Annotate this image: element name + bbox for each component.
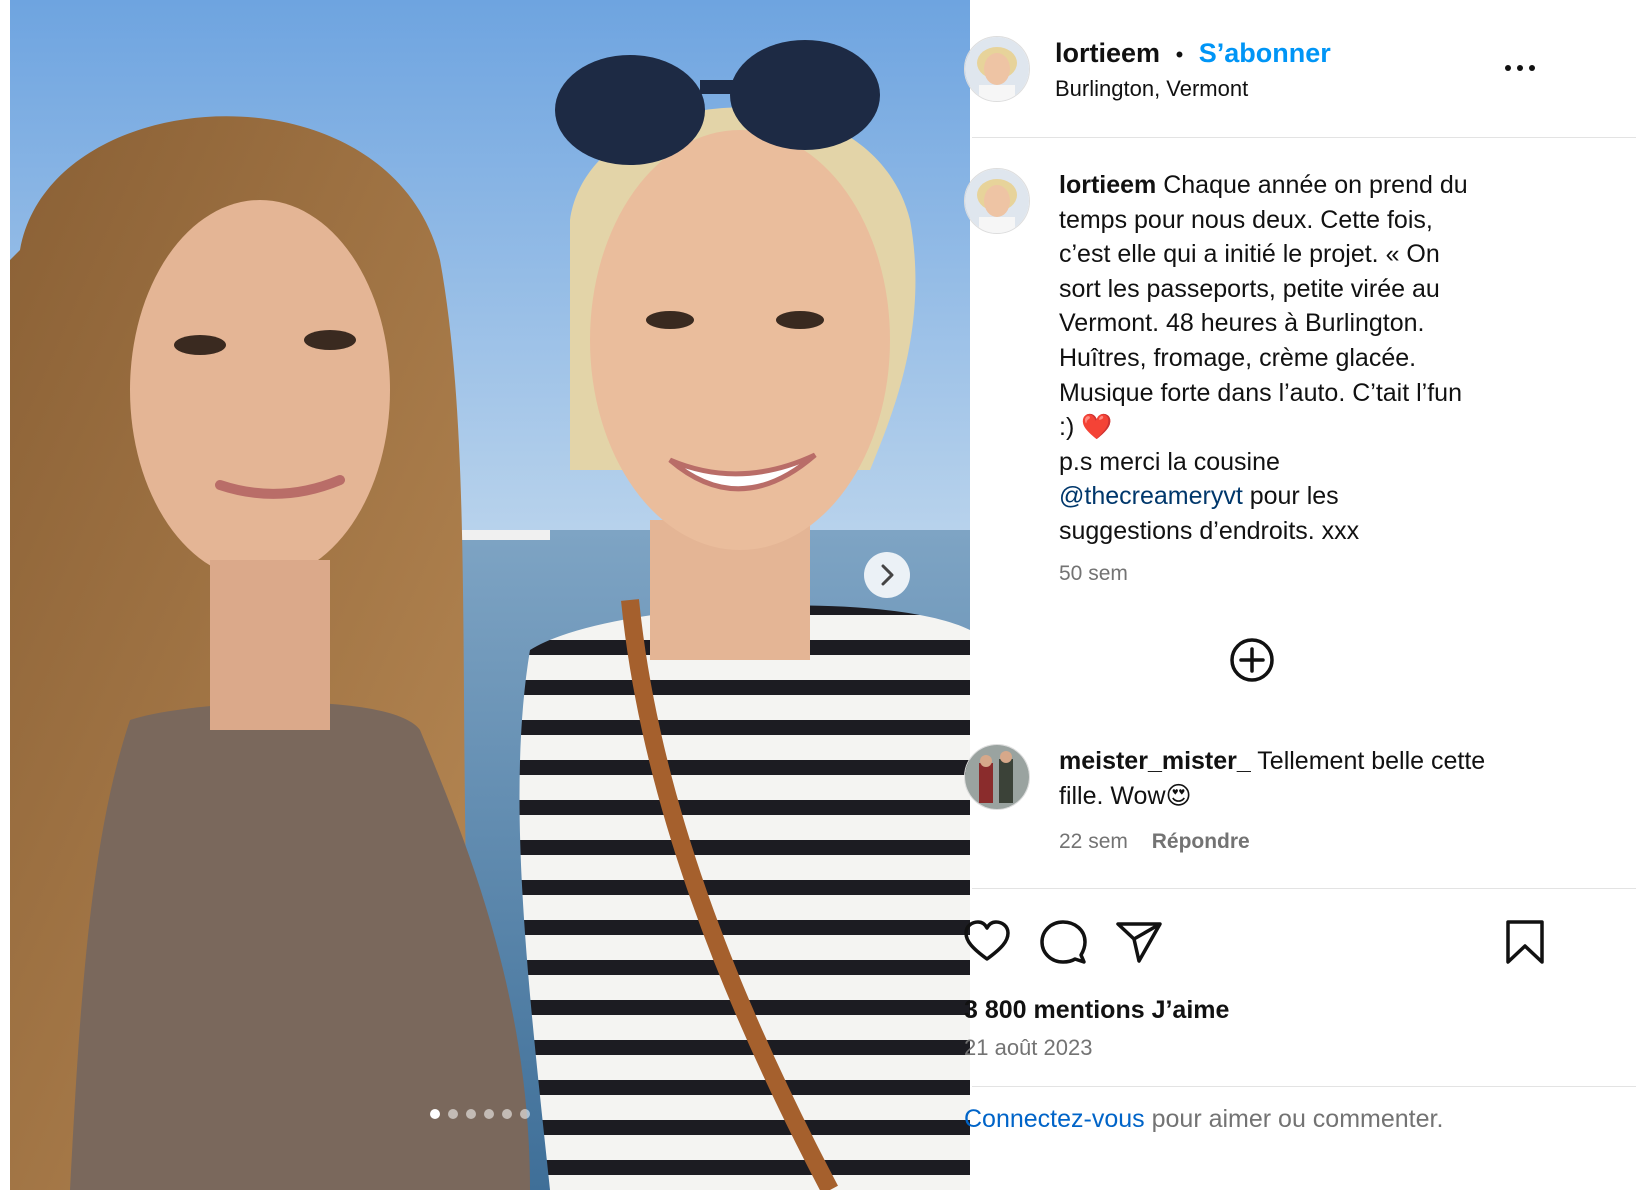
comment-time[interactable]: 22 sem xyxy=(1059,830,1128,853)
carousel-dot xyxy=(484,1109,494,1119)
avatar-image xyxy=(965,37,1029,101)
avatar-image xyxy=(965,169,1029,233)
post-sidebar: lortieem • S’abonner Burlington, Vermont… xyxy=(964,0,1636,1190)
caption-avatar[interactable] xyxy=(964,168,1030,234)
comment-text: fille. Wow😍 xyxy=(1059,782,1192,810)
caption-line: c’est elle qui a initié le projet. « On xyxy=(1059,240,1440,269)
login-link[interactable]: Connectez-vous xyxy=(964,1105,1145,1133)
photo-illustration xyxy=(10,0,970,1190)
carousel-next-button[interactable] xyxy=(864,552,910,598)
post-date: 21 août 2023 xyxy=(964,1035,1093,1060)
caption-line: p.s merci la cousine xyxy=(1059,447,1280,476)
caption-line: :) ❤️ xyxy=(1059,413,1113,442)
share-button[interactable] xyxy=(1114,917,1164,967)
divider xyxy=(972,137,1636,138)
caption-line: Chaque année on prend du xyxy=(1163,171,1468,199)
commenter-avatar[interactable] xyxy=(964,744,1030,810)
divider xyxy=(972,888,1636,889)
heart-icon xyxy=(964,920,1010,961)
carousel-dot xyxy=(466,1109,476,1119)
author-username[interactable]: lortieem xyxy=(1055,38,1160,68)
follow-button[interactable]: S’abonner xyxy=(1199,38,1331,68)
carousel-dot xyxy=(430,1109,440,1119)
caption-line: sort les passeports, petite virée au xyxy=(1059,274,1440,303)
post-location[interactable]: Burlington, Vermont xyxy=(1055,76,1248,102)
chevron-right-icon xyxy=(881,564,894,586)
divider xyxy=(972,1086,1636,1087)
comment-text: Tellement belle cette xyxy=(1257,747,1486,775)
mention-link[interactable]: @thecreameryvt xyxy=(1059,482,1243,510)
save-button[interactable] xyxy=(1500,917,1550,967)
login-prompt: pour aimer ou commenter. xyxy=(1151,1105,1444,1133)
more-options-button[interactable] xyxy=(1502,56,1538,80)
load-more-comments-button[interactable] xyxy=(1228,636,1276,684)
caption-username[interactable]: lortieem xyxy=(1059,171,1156,199)
bookmark-icon xyxy=(1506,920,1544,964)
avatar-image xyxy=(965,745,1029,809)
comment: meister_mister_ Tellement belle cette fi… xyxy=(1059,744,1549,814)
commenter-username[interactable]: meister_mister_ xyxy=(1059,747,1251,775)
plus-circle-icon xyxy=(1230,638,1274,682)
post-photo xyxy=(10,0,970,1190)
likes-count[interactable]: 3 800 mentions J’aime xyxy=(964,996,1229,1025)
carousel-dot xyxy=(520,1109,530,1119)
caption-line: suggestions d’endroits. xxx xyxy=(1059,516,1360,545)
comment-button[interactable] xyxy=(1038,917,1088,967)
caption-line: temps pour nous deux. Cette fois, xyxy=(1059,205,1433,234)
carousel-dot xyxy=(502,1109,512,1119)
author-avatar[interactable] xyxy=(964,36,1030,102)
more-icon xyxy=(1505,65,1535,71)
carousel-dot xyxy=(448,1109,458,1119)
caption: lortieem Chaque année on prend du temps … xyxy=(1059,168,1539,549)
caption-line: Vermont. 48 heures à Burlington. xyxy=(1059,309,1425,338)
reply-button[interactable]: Répondre xyxy=(1152,830,1250,853)
carousel-dots xyxy=(410,1106,550,1124)
caption-line: Musique forte dans l’auto. C’tait l’fun xyxy=(1059,378,1462,407)
separator-dot: • xyxy=(1175,42,1184,67)
share-icon xyxy=(1116,922,1162,963)
caption-line: Huîtres, fromage, crème glacée. xyxy=(1059,343,1417,372)
comment-icon xyxy=(1040,920,1087,964)
like-button[interactable] xyxy=(962,917,1012,967)
caption-time[interactable]: 50 sem xyxy=(1059,562,1128,586)
caption-line: pour les xyxy=(1249,482,1339,511)
